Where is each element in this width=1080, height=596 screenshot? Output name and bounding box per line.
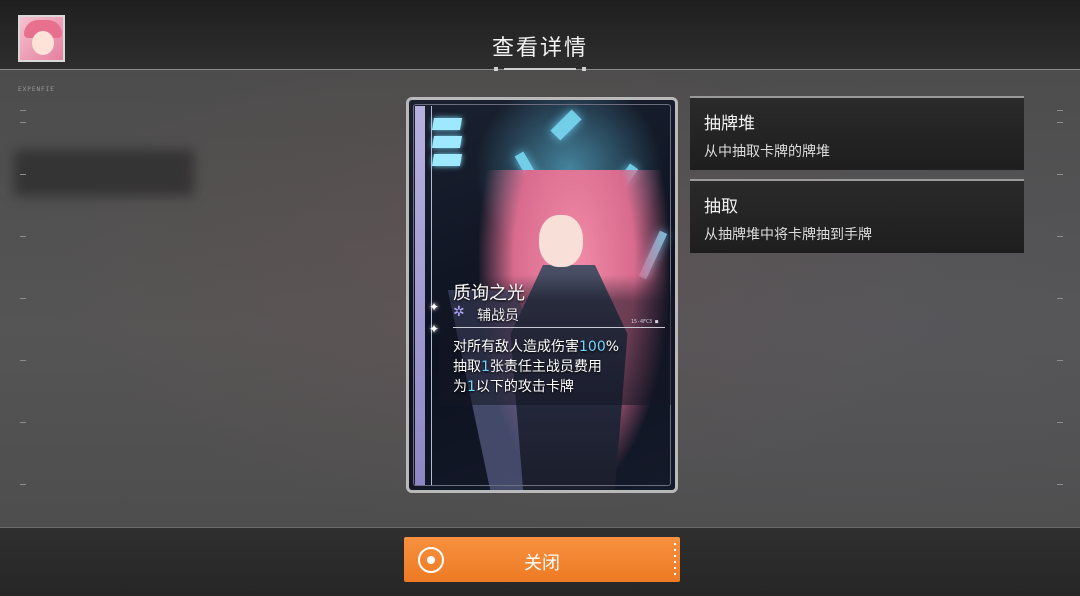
- left-tick-ruler: [20, 110, 26, 490]
- keyword-panel: 抽取 从抽牌堆中将卡牌抽到手牌: [690, 179, 1024, 253]
- right-tick-ruler: [1057, 110, 1063, 490]
- card-detail: ✦ ✦ 质询之光 ✲ 辅战员 15-4FC3 ■ 对所有敌人造成伤害100% 抽取…: [406, 97, 678, 493]
- card-description-text: 以下的攻击卡牌: [475, 379, 574, 395]
- card-role: 辅战员: [477, 308, 519, 324]
- keyword-title: 抽牌堆: [704, 114, 755, 134]
- page-title: 查看详情: [491, 36, 588, 61]
- card-description-line: 抽取1张责任主战员费用: [453, 357, 673, 377]
- sparkle-icon: ✦: [429, 322, 440, 336]
- card-description-text: %: [605, 339, 620, 355]
- keyword-description: 从抽牌堆中将卡牌抽到手牌: [704, 227, 872, 243]
- keyword-panel: 抽牌堆 从中抽取卡牌的牌堆: [690, 96, 1024, 170]
- card-description-number: 1: [467, 379, 476, 395]
- card-description-number: 100: [579, 339, 606, 355]
- card-divider: [453, 327, 665, 328]
- card-description-text: 为: [453, 379, 467, 395]
- card-description-text: 张责任主战员费用: [489, 359, 602, 375]
- keyword-title: 抽取: [704, 197, 738, 217]
- support-role-icon: ✲: [453, 304, 465, 320]
- card-description: 对所有敌人造成伤害100% 抽取1张责任主战员费用 为1以下的攻击卡牌: [453, 337, 673, 397]
- title-decoration: [490, 66, 590, 72]
- card-name: 质询之光: [453, 283, 525, 304]
- close-button-label: 关闭: [524, 553, 560, 574]
- card-description-line: 为1以下的攻击卡牌: [453, 377, 673, 397]
- hud-label: EXPENFIE: [18, 86, 55, 93]
- card-description-number: 1: [481, 359, 490, 375]
- card-code: 15-4FC3 ■: [631, 319, 659, 325]
- card-description-line: 对所有敌人造成伤害100%: [453, 337, 673, 357]
- card-description-text: 抽取: [453, 359, 481, 375]
- button-edge-dots: [674, 543, 676, 577]
- blurred-background-text: [14, 150, 194, 196]
- top-bar: 查看详情: [0, 0, 1080, 72]
- keyword-description: 从中抽取卡牌的牌堆: [704, 144, 830, 160]
- close-button[interactable]: 关闭: [404, 537, 680, 582]
- card-description-text: 对所有敌人造成伤害: [453, 339, 579, 355]
- sparkle-icon: ✦: [429, 300, 440, 314]
